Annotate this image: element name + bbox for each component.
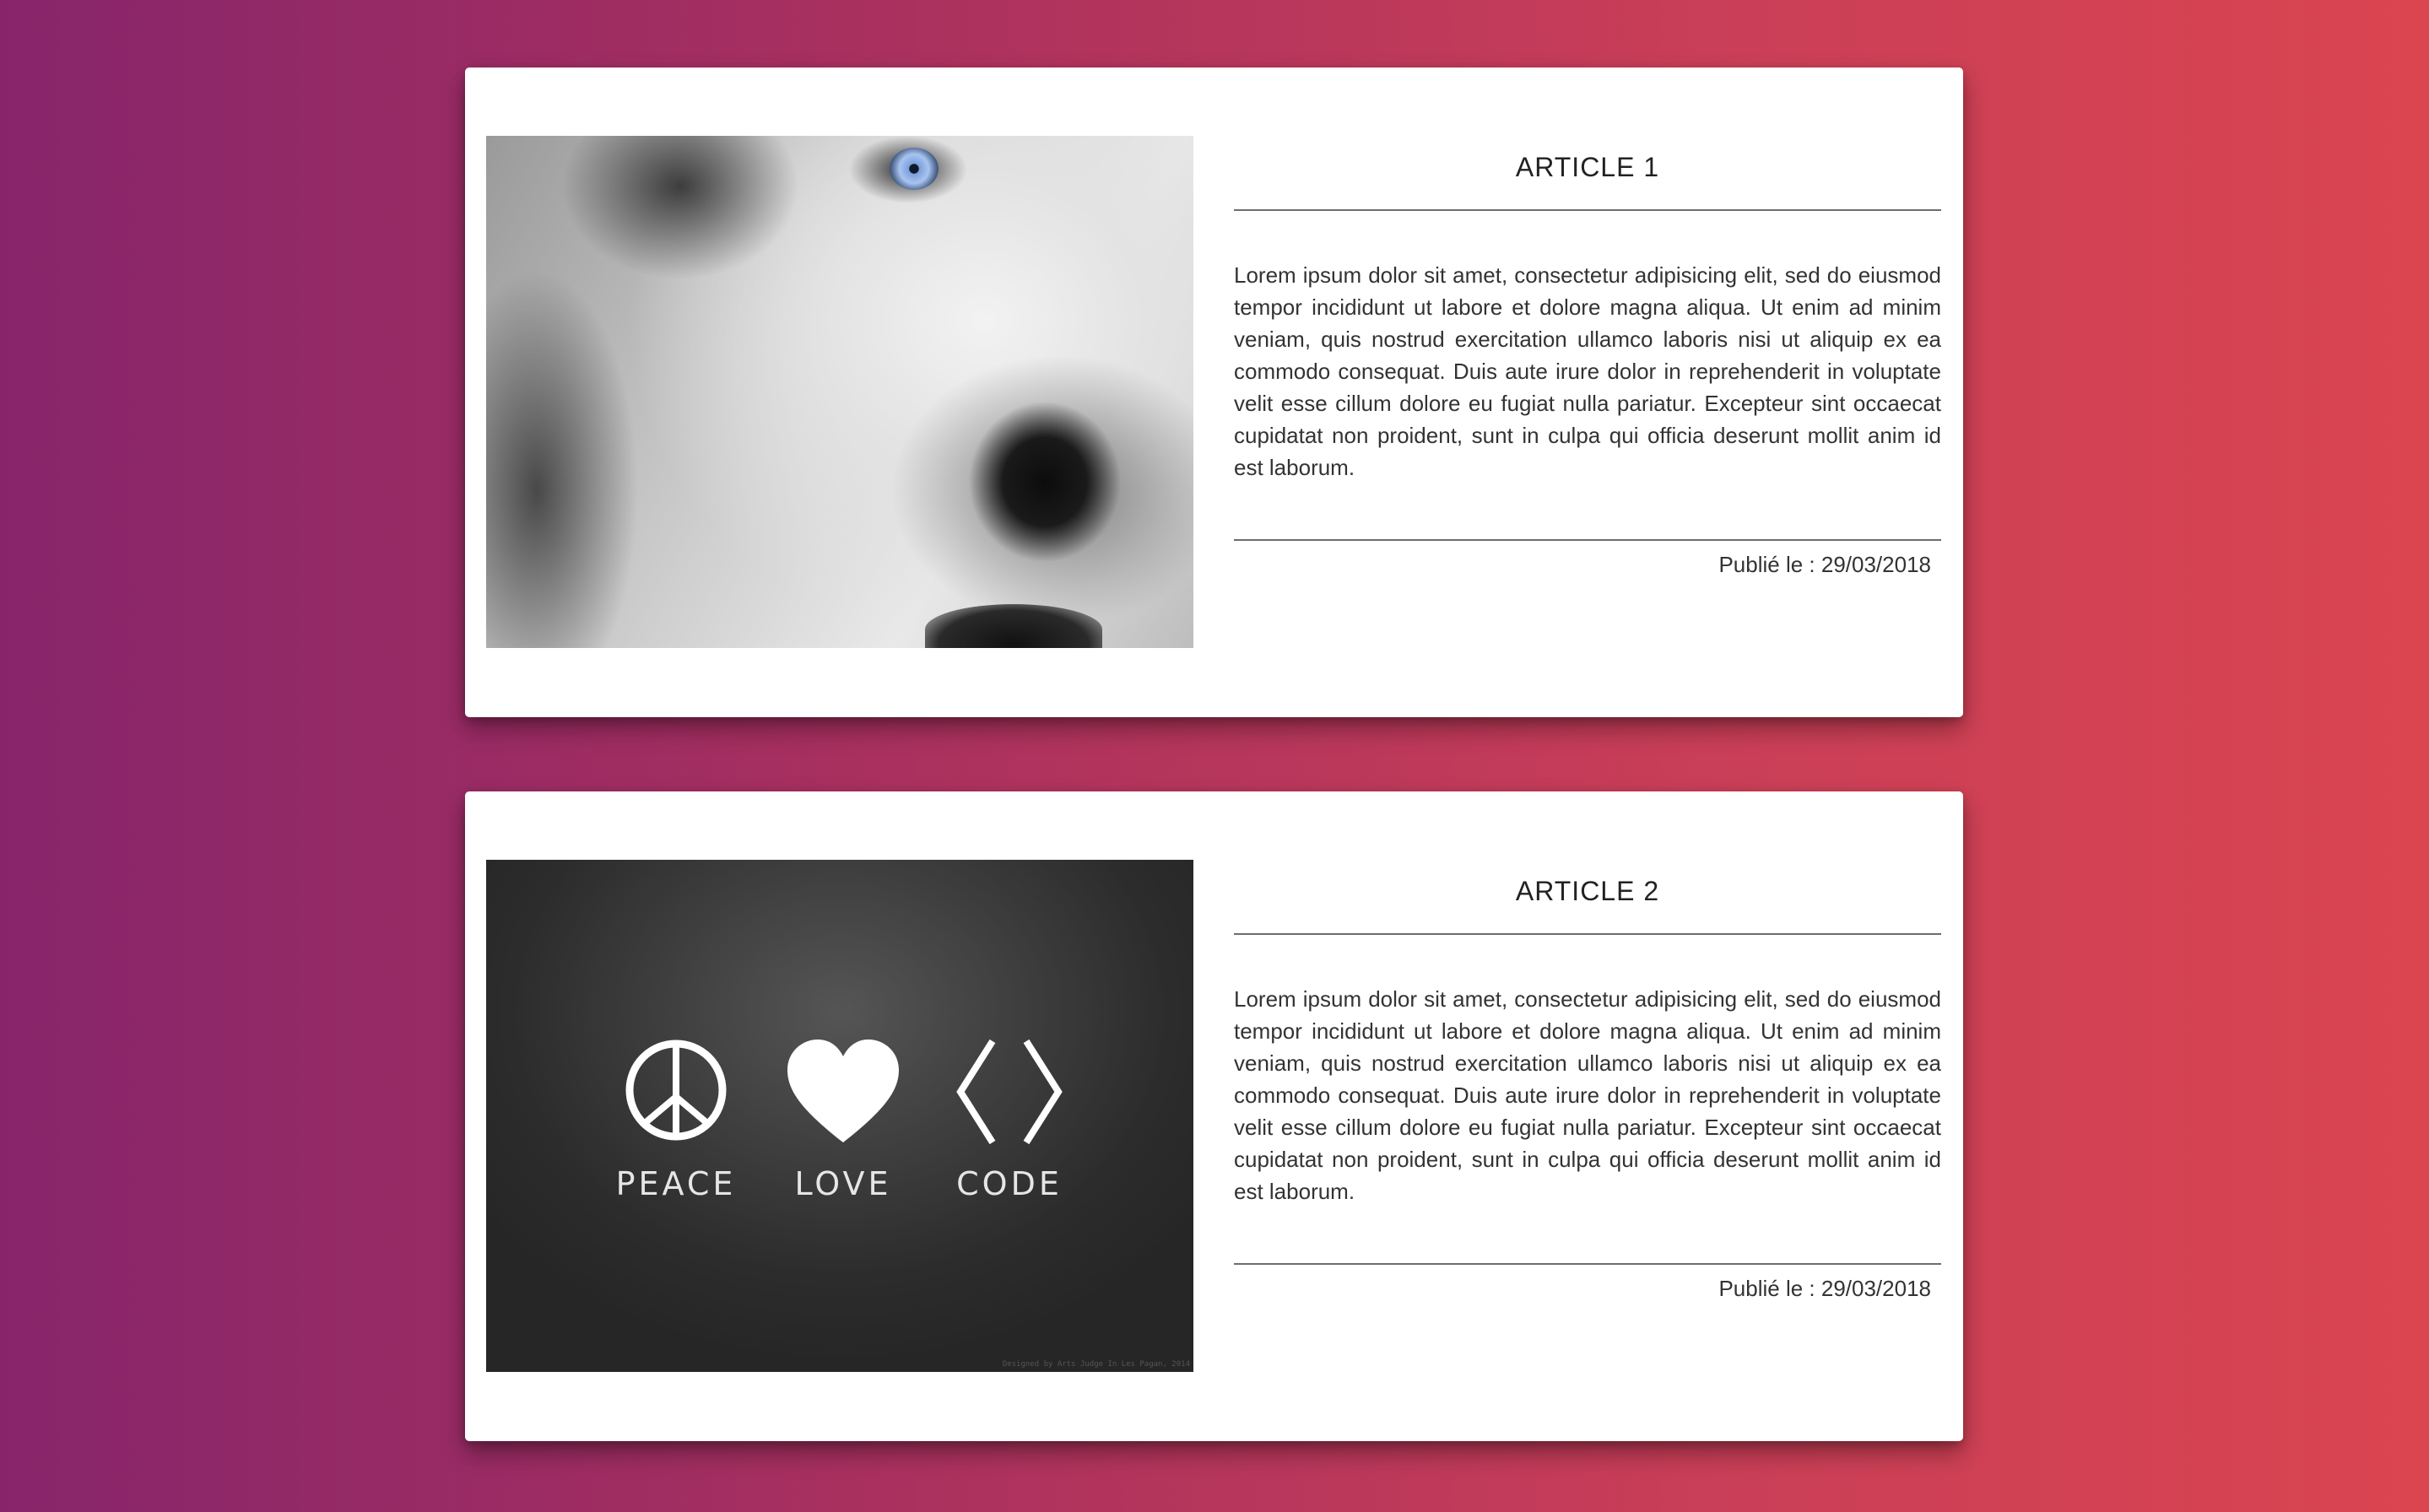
article-title: ARTICLE 1 (1515, 152, 1660, 182)
code-brackets-icon (950, 1038, 1068, 1148)
footer-divider (1234, 539, 1941, 541)
article-title: ARTICLE 2 (1515, 876, 1660, 906)
article-date: Publié le : 29/03/2018 (1718, 1276, 1931, 1301)
article-card-1: ARTICLE 1 Lorem ipsum dolor sit amet, co… (465, 68, 1963, 717)
peace-icon (617, 1038, 735, 1148)
article-date: Publié le : 29/03/2018 (1718, 552, 1931, 577)
article-body: Lorem ipsum dolor sit amet, consectetur … (1234, 986, 1941, 1204)
heart-icon (784, 1038, 902, 1148)
footer-divider (1234, 1263, 1941, 1265)
article-image-wolf (486, 136, 1193, 648)
wolf-mouth (925, 604, 1102, 648)
article-card-2: PEACE LOVE CODE Designed by Arts Judge I… (465, 791, 1963, 1441)
article-body: Lorem ipsum dolor sit amet, consectetur … (1234, 262, 1941, 480)
peace-label: PEACE (615, 1165, 737, 1202)
title-divider (1234, 209, 1941, 211)
title-divider (1234, 933, 1941, 935)
wolf-eye (890, 148, 939, 190)
article-image-peace-love-code: PEACE LOVE CODE Designed by Arts Judge I… (486, 860, 1193, 1372)
love-label: LOVE (794, 1165, 892, 1202)
image-credit: Designed by Arts Judge In Les Pagan, 201… (1002, 1360, 1190, 1369)
code-label: CODE (956, 1165, 1063, 1202)
